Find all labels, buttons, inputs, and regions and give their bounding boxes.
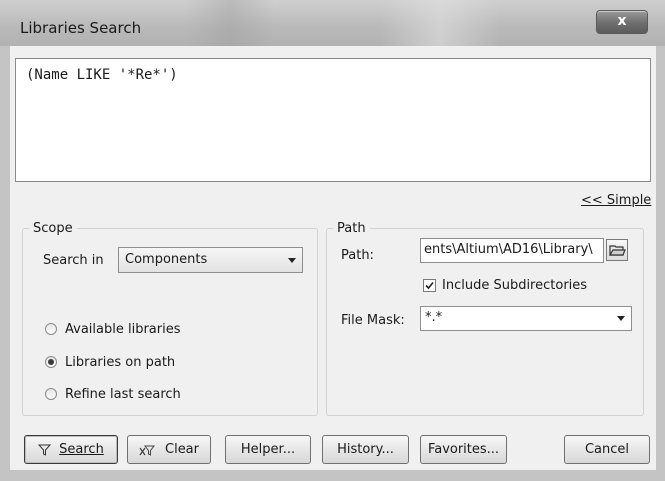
radio-button-selected-icon <box>45 356 57 368</box>
window-frame-bottom <box>0 470 665 481</box>
search-in-value: Components <box>125 252 208 267</box>
chevron-down-icon <box>288 258 296 263</box>
clear-button[interactable]: Clear <box>127 435 211 464</box>
path-legend: Path <box>333 221 370 236</box>
window-frame-right <box>656 46 665 481</box>
include-subdirectories-checkbox[interactable] <box>423 279 436 292</box>
cancel-button-label: Cancel <box>584 442 630 457</box>
radio-label: Available libraries <box>65 322 181 337</box>
include-subdirectories-label: Include Subdirectories <box>442 278 588 293</box>
search-button[interactable]: Search <box>24 435 118 464</box>
query-editor[interactable]: (Name LIKE '*Re*') <box>15 58 651 182</box>
favorites-button-label: Favorites... <box>427 442 500 457</box>
browse-folder-button[interactable] <box>606 239 628 261</box>
search-button-label: Search <box>59 442 104 457</box>
title-bar: Libraries Search x <box>0 0 665 46</box>
helper-button[interactable]: Helper... <box>225 435 311 464</box>
title-bar-glow <box>380 0 500 46</box>
history-button-label: History... <box>337 442 394 457</box>
clear-filter-icon <box>139 445 156 456</box>
file-mask-label: File Mask: <box>341 313 405 328</box>
radio-button-icon <box>45 388 57 400</box>
chevron-down-icon <box>617 316 625 321</box>
close-button[interactable]: x <box>596 10 648 34</box>
window-frame-left <box>0 46 10 481</box>
simple-mode-link[interactable]: << Simple <box>581 193 651 208</box>
search-in-label: Search in <box>43 253 104 268</box>
search-in-select[interactable]: Components <box>118 247 303 273</box>
title-bar-blur <box>185 0 275 46</box>
file-mask-value: *.* <box>425 310 443 325</box>
cancel-button[interactable]: Cancel <box>564 435 650 464</box>
path-label: Path: <box>341 248 374 263</box>
clear-button-label: Clear <box>165 442 199 457</box>
radio-button-icon <box>45 323 57 335</box>
window-title: Libraries Search <box>20 19 142 37</box>
scope-legend: Scope <box>29 221 77 236</box>
helper-button-label: Helper... <box>240 442 296 457</box>
radio-label: Libraries on path <box>65 355 176 370</box>
favorites-button[interactable]: Favorites... <box>420 435 507 464</box>
folder-open-icon <box>608 245 626 256</box>
checkmark-icon <box>425 281 434 290</box>
close-icon: x <box>617 13 627 29</box>
radio-label: Refine last search <box>65 387 181 402</box>
file-mask-select[interactable]: *.* <box>420 306 632 331</box>
history-button[interactable]: History... <box>322 435 409 464</box>
filter-funnel-icon <box>38 444 52 456</box>
path-input[interactable]: ents\Altium\AD16\Library\ <box>420 238 604 263</box>
